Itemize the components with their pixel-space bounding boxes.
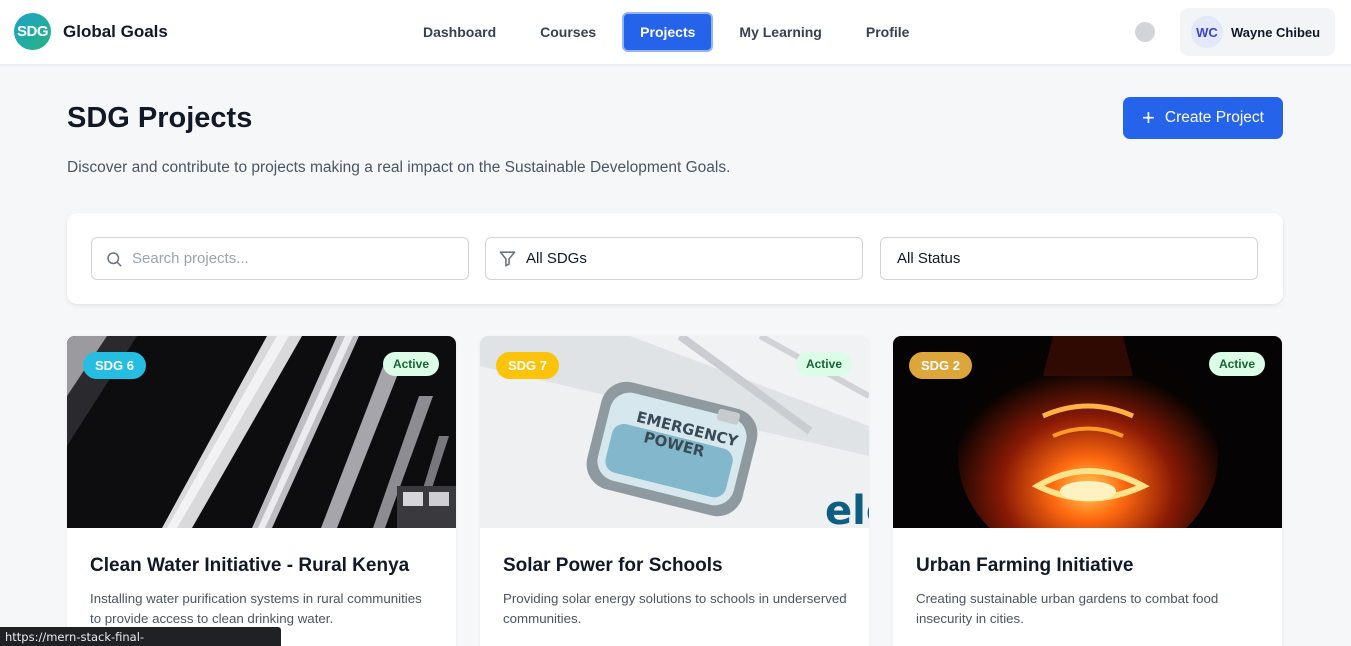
- nav-dashboard[interactable]: Dashboard: [405, 12, 514, 52]
- create-project-label: Create Project: [1164, 109, 1264, 126]
- brand-name: Global Goals: [63, 21, 168, 41]
- project-image: SDG 6 Active: [67, 336, 456, 528]
- user-name: Wayne Chibeu: [1231, 24, 1321, 40]
- filter-icon: [499, 251, 516, 267]
- top-navbar: SDG Global Goals Dashboard Courses Proje…: [0, 0, 1351, 65]
- project-description: Creating sustainable urban gardens to co…: [916, 591, 1219, 626]
- sdg-filter-select[interactable]: All SDGs: [485, 237, 863, 280]
- project-description: Installing water purification systems in…: [90, 591, 422, 626]
- nav-projects[interactable]: Projects: [622, 12, 714, 52]
- project-title: Solar Power for Schools: [503, 555, 723, 576]
- nav-profile[interactable]: Profile: [848, 12, 928, 52]
- panel-text: ele: [825, 488, 869, 528]
- search-icon: [107, 251, 122, 266]
- link-status-bar: https://mern-stack-final-project.vercel.…: [0, 627, 281, 646]
- user-menu-button[interactable]: WC Wayne Chibeu: [1180, 8, 1335, 56]
- plus-icon: +: [1142, 105, 1155, 130]
- page-title: SDG Projects: [67, 102, 253, 134]
- theme-toggle-icon[interactable]: [1135, 22, 1155, 42]
- filter-panel: Search projects... All SDGs All Status: [67, 213, 1283, 304]
- nav-courses[interactable]: Courses: [522, 12, 614, 52]
- status-badge: Active: [1208, 352, 1265, 376]
- main-nav: Dashboard Courses Projects My Learning P…: [405, 12, 935, 52]
- nav-my-learning[interactable]: My Learning: [721, 12, 839, 52]
- sdg-logo-icon: SDG: [14, 13, 51, 50]
- status-badge: Active: [795, 352, 852, 376]
- project-image: SDG 2 Active: [893, 336, 1282, 528]
- create-project-button[interactable]: + Create Project: [1123, 97, 1283, 139]
- page-subtitle: Discover and contribute to projects maki…: [67, 159, 731, 176]
- project-card[interactable]: EMERGENCY POWER ele SDG 7 Active Solar P…: [480, 336, 869, 646]
- sdg-badge: SDG 6: [83, 352, 147, 379]
- project-title: Clean Water Initiative - Rural Kenya: [90, 555, 410, 576]
- status-filter-select[interactable]: All Status: [880, 237, 1258, 280]
- status-filter-value: All Status: [897, 250, 961, 267]
- project-image: EMERGENCY POWER ele SDG 7 Active: [480, 336, 869, 528]
- search-placeholder: Search projects...: [132, 250, 249, 267]
- project-title: Urban Farming Initiative: [916, 555, 1134, 576]
- brand[interactable]: SDG Global Goals: [14, 13, 168, 50]
- sdg-badge: SDG 2: [909, 352, 973, 379]
- sdg-filter-value: All SDGs: [526, 250, 587, 267]
- project-card[interactable]: SDG 6 Active Clean Water Initiative - Ru…: [67, 336, 456, 646]
- status-badge: Active: [382, 352, 439, 376]
- search-input[interactable]: Search projects...: [91, 237, 469, 280]
- project-description: Providing solar energy solutions to scho…: [503, 591, 847, 626]
- project-card[interactable]: SDG 2 Active Urban Farming Initiative Cr…: [893, 336, 1282, 646]
- avatar: WC: [1191, 16, 1223, 48]
- sdg-badge: SDG 7: [496, 352, 560, 379]
